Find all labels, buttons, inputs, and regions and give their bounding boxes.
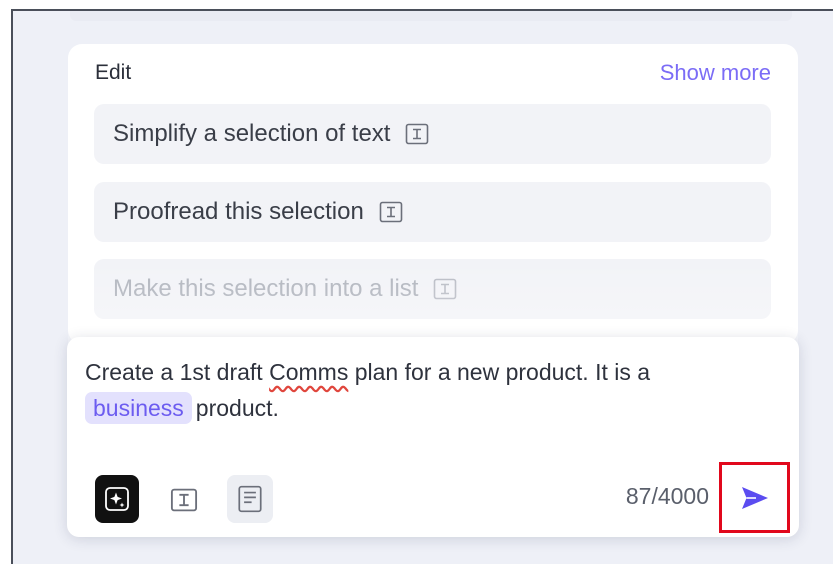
previous-card-edge: [70, 11, 792, 21]
prompt-label: Simplify a selection of text: [113, 120, 391, 147]
prompt-input[interactable]: Create a 1st draft Comms plan for a new …: [85, 354, 775, 426]
prompt-proofread-selection[interactable]: Proofread this selection: [94, 182, 771, 242]
ai-sparkle-button[interactable]: [95, 475, 139, 523]
text-selection-icon: [432, 276, 458, 302]
prompt-text-segment: product.: [195, 395, 279, 421]
text-selection-icon: [169, 485, 199, 515]
window-border-top: [11, 0, 833, 11]
section-title: Edit: [95, 61, 132, 84]
text-selection-icon: [404, 121, 430, 147]
send-arrow-icon: [739, 484, 771, 512]
document-icon: [236, 484, 264, 514]
prompt-simplify-selection[interactable]: Simplify a selection of text: [94, 104, 771, 164]
prompt-label: Proofread this selection: [113, 198, 364, 225]
prompt-text-segment: plan for a new product. It is a: [348, 359, 651, 385]
show-more-link[interactable]: Show more: [660, 60, 771, 86]
ai-sparkle-icon: [104, 486, 130, 512]
insert-selection-button[interactable]: [165, 481, 203, 519]
variable-chip[interactable]: business: [85, 392, 192, 424]
send-button[interactable]: [719, 462, 790, 533]
prompt-label: Make this selection into a list: [113, 275, 419, 302]
text-selection-icon: [378, 199, 404, 225]
window-border-left: [0, 0, 13, 564]
prompt-composer: Create a 1st draft Comms plan for a new …: [67, 337, 799, 537]
prompt-make-list[interactable]: Make this selection into a list: [94, 259, 771, 319]
insert-document-button[interactable]: [227, 475, 273, 523]
edit-prompts-panel: Edit Show more Simplify a selection of t…: [68, 44, 798, 344]
character-counter: 87/4000: [625, 483, 709, 509]
misspelled-word[interactable]: Comms: [269, 359, 348, 385]
prompt-text-segment: Create a 1st draft: [85, 359, 270, 385]
